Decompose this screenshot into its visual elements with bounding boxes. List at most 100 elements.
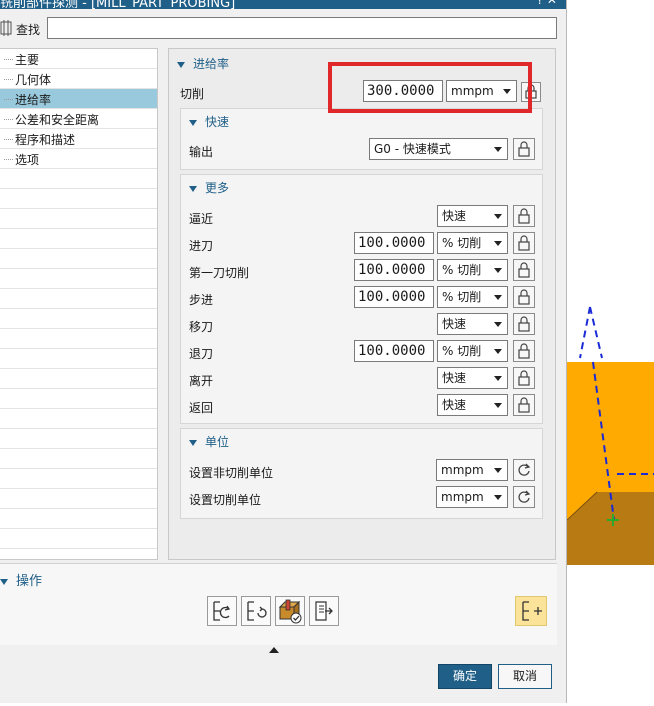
group-header-rapid[interactable]: 快速: [189, 113, 229, 130]
tree-item-main[interactable]: 主要: [0, 49, 157, 69]
lock-button[interactable]: [513, 313, 535, 335]
cut-label: 切削: [180, 87, 205, 101]
reset-button[interactable]: [513, 459, 535, 481]
feed-unit-dropdown[interactable]: % 切削: [437, 259, 508, 281]
feed-unit-dropdown[interactable]: % 切削: [437, 232, 508, 254]
group-header-feedrate[interactable]: 进给率: [177, 55, 229, 72]
tree-empty-row: [0, 369, 157, 389]
tree-item-options[interactable]: 选项: [0, 149, 157, 169]
tree-empty-row: [0, 469, 157, 489]
lock-button[interactable]: [513, 232, 535, 254]
dropdown-value: mmpm: [441, 490, 484, 504]
feed-row-label: 退刀: [189, 347, 214, 361]
feed-value-input[interactable]: 100.0000: [354, 286, 434, 308]
replay-button[interactable]: [241, 596, 271, 626]
chevron-down-icon: [494, 268, 502, 273]
tree-item-label: 公差和安全距离: [15, 113, 100, 127]
tree-empty-row: [0, 449, 157, 469]
output-dropdown[interactable]: G0 - 快速模式: [369, 138, 508, 160]
lock-button[interactable]: [513, 394, 535, 416]
tree-empty-row: [0, 309, 157, 329]
cut-unit-setting-dropdown[interactable]: mmpm: [436, 486, 508, 508]
feed-unit-dropdown[interactable]: % 切削: [437, 340, 508, 362]
tree-empty-row: [0, 209, 157, 229]
tree-empty-row: [0, 269, 157, 289]
feed-row-label: 进刀: [189, 239, 214, 253]
tree-empty-row: [0, 229, 157, 249]
tree-empty-row: [0, 509, 157, 529]
tree-empty-row: [0, 289, 157, 309]
feed-unit-dropdown[interactable]: 快速: [437, 205, 508, 227]
search-input[interactable]: [47, 17, 557, 39]
reset-button[interactable]: [513, 486, 535, 508]
generate-icon: [213, 601, 231, 621]
feed-unit-dropdown[interactable]: 快速: [437, 394, 508, 416]
tree-item-label: 几何体: [15, 73, 52, 87]
feed-unit-dropdown[interactable]: 快速: [437, 367, 508, 389]
group-header-more[interactable]: 更多: [189, 179, 229, 196]
noncut-unit-dropdown[interactable]: mmpm: [436, 459, 508, 481]
verify-button[interactable]: [275, 596, 305, 626]
chevron-down-icon: [494, 147, 502, 152]
dropdown-value: % 切削: [442, 263, 482, 277]
cut-unit-label: 设置切削单位: [189, 493, 262, 507]
tree-empty-row: [0, 169, 157, 189]
graphics-viewport[interactable]: [566, 0, 654, 703]
generate-button[interactable]: [207, 596, 237, 626]
tree-empty-row: [0, 409, 157, 429]
feed-unit-dropdown[interactable]: 快速: [437, 313, 508, 335]
group-title: 更多: [205, 181, 230, 195]
tree-item-label: 程序和描述: [15, 133, 76, 147]
search-row: 查找: [0, 14, 566, 42]
feed-value-input[interactable]: 100.0000: [354, 232, 434, 254]
group-header-units[interactable]: 单位: [189, 433, 229, 450]
title-bar-buttons[interactable]: ? ✕: [537, 0, 557, 7]
operations-header[interactable]: 操作: [0, 570, 42, 589]
custom-operation-button[interactable]: [515, 596, 547, 626]
window-title: 铣削部件探测 - [MILL_PART_PROBING]: [0, 0, 236, 9]
feed-value-input[interactable]: 100.0000: [354, 340, 434, 362]
list-button[interactable]: [309, 596, 339, 626]
units-group: 单位 设置非切削单位 mmpm 设置切削单位 mmpm: [180, 428, 543, 519]
lock-button[interactable]: [513, 286, 535, 308]
highlight-annotation: [328, 62, 532, 113]
lock-icon: [518, 235, 530, 251]
list-icon: [315, 601, 333, 621]
lock-button[interactable]: [513, 205, 535, 227]
dropdown-value: % 切削: [442, 290, 482, 304]
cancel-button[interactable]: 取消: [498, 664, 552, 689]
tree-item-feedrate[interactable]: 进给率: [0, 89, 157, 109]
dropdown-value: 快速: [442, 209, 467, 223]
feed-unit-dropdown[interactable]: % 切削: [437, 286, 508, 308]
part-model: [566, 306, 654, 565]
rapid-group: 快速 输出 G0 - 快速模式: [180, 108, 543, 170]
chevron-down-icon: [494, 349, 502, 354]
lock-button[interactable]: [513, 259, 535, 281]
feedrate-panel: 进给率 切削 300.0000 mmpm 快速 输出 G0 - 快速模式 更多 …: [168, 48, 556, 560]
tree-item-label: 主要: [15, 53, 40, 67]
feed-row-label: 移刀: [189, 320, 214, 334]
tool-path-icon: [522, 601, 542, 621]
lock-icon: [518, 343, 530, 359]
lock-button[interactable]: [513, 138, 535, 160]
lock-button[interactable]: [513, 367, 535, 389]
dropdown-value: % 切削: [442, 344, 482, 358]
search-icon: [0, 18, 13, 38]
output-label: 输出: [189, 145, 214, 159]
feed-row-label: 步进: [189, 293, 214, 307]
tree-empty-row: [0, 529, 157, 549]
lock-button[interactable]: [513, 340, 535, 362]
tree-item-program[interactable]: 程序和描述: [0, 129, 157, 149]
dropdown-value: G0 - 快速模式: [374, 142, 451, 156]
tree-item-tolerance[interactable]: 公差和安全距离: [0, 109, 157, 129]
lock-icon: [518, 262, 530, 278]
feed-value-input[interactable]: 100.0000: [354, 259, 434, 281]
group-title: 快速: [205, 115, 230, 129]
tree-item-geometry[interactable]: 几何体: [0, 69, 157, 89]
collapse-arrow-icon[interactable]: [269, 647, 279, 653]
group-title: 进给率: [193, 57, 230, 71]
lock-icon: [518, 316, 530, 332]
navigation-tree: 主要 几何体 进给率 公差和安全距离 程序和描述 选项: [0, 48, 158, 560]
chevron-down-icon: [494, 495, 502, 500]
ok-button[interactable]: 确定: [438, 664, 492, 689]
